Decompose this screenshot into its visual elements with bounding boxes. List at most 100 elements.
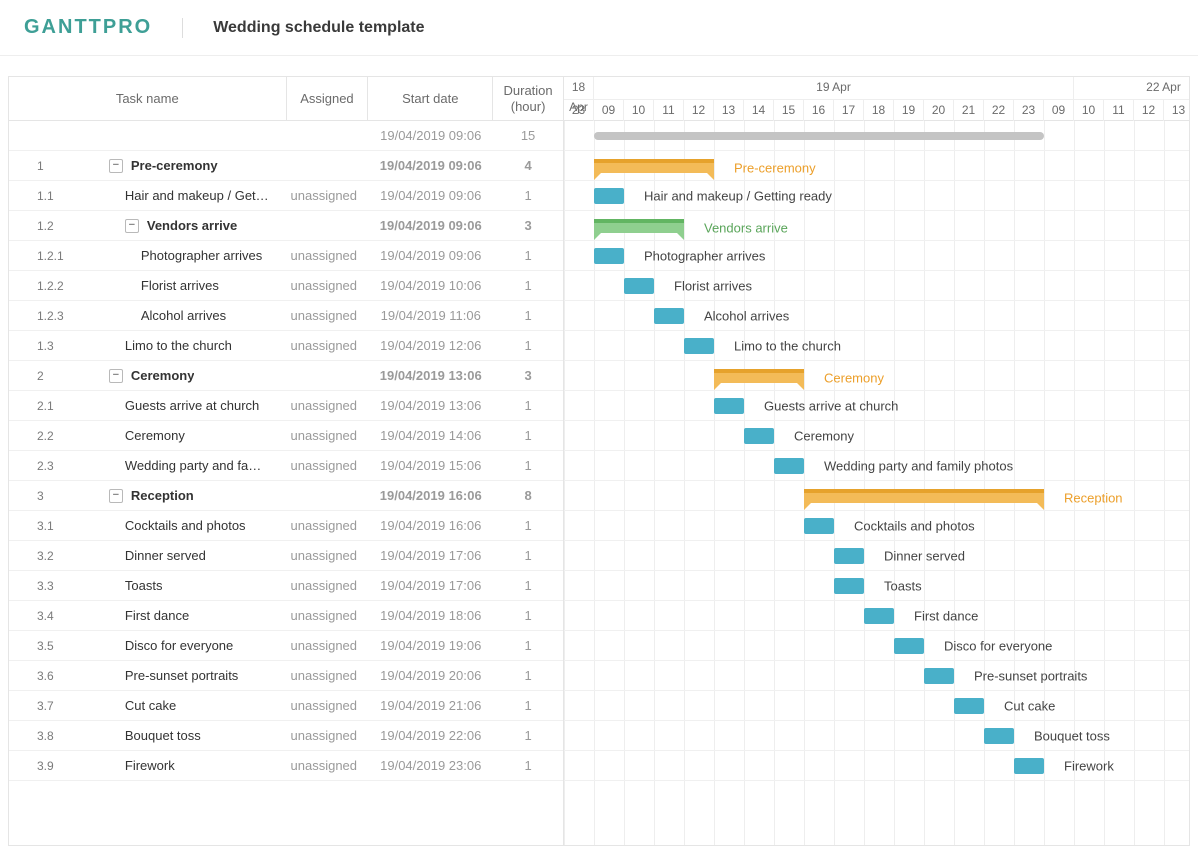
assigned-cell[interactable]: unassigned [287, 458, 369, 473]
gantt-chart-body[interactable]: Pre-ceremonyHair and makeup / Getting re… [564, 121, 1189, 845]
assigned-cell[interactable]: unassigned [287, 668, 369, 683]
col-header-assigned[interactable]: Assigned [287, 77, 369, 120]
table-row[interactable]: 3.3Toastsunassigned19/04/2019 17:061 [9, 571, 563, 601]
task-cell[interactable]: Wedding party and fa… [99, 458, 287, 473]
start-cell[interactable]: 19/04/2019 15:06 [368, 458, 493, 473]
start-cell[interactable]: 19/04/2019 11:06 [368, 308, 493, 323]
task-cell[interactable]: −Vendors arrive [99, 218, 287, 233]
start-cell[interactable]: 19/04/2019 10:06 [368, 278, 493, 293]
table-row[interactable]: 1.2.2Florist arrivesunassigned19/04/2019… [9, 271, 563, 301]
task-cell[interactable]: Toasts [99, 578, 287, 593]
assigned-cell[interactable]: unassigned [287, 188, 369, 203]
task-bar[interactable]: Toasts [834, 578, 864, 594]
table-row[interactable]: 3−Reception19/04/2019 16:068 [9, 481, 563, 511]
duration-cell[interactable]: 1 [493, 248, 563, 263]
task-cell[interactable]: Dinner served [99, 548, 287, 563]
task-bar[interactable]: Alcohol arrives [654, 308, 684, 324]
task-bar[interactable]: Guests arrive at church [714, 398, 744, 414]
table-row[interactable]: 3.4First danceunassigned19/04/2019 18:06… [9, 601, 563, 631]
duration-cell[interactable]: 1 [493, 668, 563, 683]
start-cell[interactable]: 19/04/2019 19:06 [368, 638, 493, 653]
task-bar[interactable]: Florist arrives [624, 278, 654, 294]
table-row[interactable]: 3.9Fireworkunassigned19/04/2019 23:061 [9, 751, 563, 781]
assigned-cell[interactable]: unassigned [287, 548, 369, 563]
start-cell[interactable]: 19/04/2019 14:06 [368, 428, 493, 443]
group-bar[interactable]: Pre-ceremony [594, 159, 714, 173]
duration-cell[interactable]: 1 [493, 308, 563, 323]
table-row[interactable]: 3.2Dinner servedunassigned19/04/2019 17:… [9, 541, 563, 571]
assigned-cell[interactable]: unassigned [287, 578, 369, 593]
duration-cell[interactable]: 1 [493, 548, 563, 563]
group-bar[interactable]: Ceremony [714, 369, 804, 383]
table-row[interactable]: 1−Pre-ceremony19/04/2019 09:064 [9, 151, 563, 181]
assigned-cell[interactable]: unassigned [287, 428, 369, 443]
table-row[interactable]: 1.2.1Photographer arrivesunassigned19/04… [9, 241, 563, 271]
group-bar[interactable]: Reception [804, 489, 1044, 503]
table-row[interactable]: 3.6Pre-sunset portraitsunassigned19/04/2… [9, 661, 563, 691]
task-cell[interactable]: Bouquet toss [99, 728, 287, 743]
duration-cell[interactable]: 3 [493, 368, 563, 383]
duration-cell[interactable]: 1 [493, 608, 563, 623]
task-bar[interactable]: Pre-sunset portraits [924, 668, 954, 684]
group-bar[interactable]: Vendors arrive [594, 219, 684, 233]
table-row[interactable]: 1.2.3Alcohol arrivesunassigned19/04/2019… [9, 301, 563, 331]
task-cell[interactable]: −Reception [99, 488, 287, 503]
duration-cell[interactable]: 1 [493, 518, 563, 533]
summary-bar[interactable] [594, 132, 1044, 140]
task-bar[interactable]: Dinner served [834, 548, 864, 564]
start-cell[interactable]: 19/04/2019 09:06 [368, 248, 493, 263]
table-row[interactable]: 3.1Cocktails and photosunassigned19/04/2… [9, 511, 563, 541]
start-cell[interactable]: 19/04/2019 13:06 [368, 368, 493, 383]
table-row[interactable]: 2.3Wedding party and fa…unassigned19/04/… [9, 451, 563, 481]
assigned-cell[interactable]: unassigned [287, 338, 369, 353]
collapse-icon[interactable]: − [125, 219, 139, 233]
start-cell[interactable]: 19/04/2019 23:06 [368, 758, 493, 773]
assigned-cell[interactable]: unassigned [287, 398, 369, 413]
col-header-start[interactable]: Start date [368, 77, 493, 120]
assigned-cell[interactable]: unassigned [287, 518, 369, 533]
collapse-icon[interactable]: − [109, 489, 123, 503]
task-cell[interactable]: Disco for everyone [99, 638, 287, 653]
collapse-icon[interactable]: − [109, 369, 123, 383]
start-cell[interactable]: 19/04/2019 12:06 [368, 338, 493, 353]
duration-cell[interactable]: 1 [493, 758, 563, 773]
task-cell[interactable]: −Ceremony [99, 368, 287, 383]
task-cell[interactable]: Florist arrives [99, 278, 287, 293]
start-cell[interactable]: 19/04/2019 16:06 [368, 488, 493, 503]
task-bar[interactable]: Disco for everyone [894, 638, 924, 654]
start-cell[interactable]: 19/04/2019 17:06 [368, 548, 493, 563]
col-header-duration[interactable]: Duration (hour) [493, 77, 563, 120]
task-bar[interactable]: Bouquet toss [984, 728, 1014, 744]
assigned-cell[interactable]: unassigned [287, 728, 369, 743]
start-cell[interactable]: 19/04/2019 17:06 [368, 578, 493, 593]
start-cell[interactable]: 19/04/2019 22:06 [368, 728, 493, 743]
duration-cell[interactable]: 1 [493, 578, 563, 593]
task-cell[interactable]: Ceremony [99, 428, 287, 443]
task-cell[interactable]: Guests arrive at church [99, 398, 287, 413]
duration-cell[interactable]: 1 [493, 458, 563, 473]
duration-cell[interactable]: 1 [493, 698, 563, 713]
duration-cell[interactable]: 1 [493, 638, 563, 653]
task-cell[interactable]: First dance [99, 608, 287, 623]
assigned-cell[interactable]: unassigned [287, 758, 369, 773]
table-row[interactable]: 3.8Bouquet tossunassigned19/04/2019 22:0… [9, 721, 563, 751]
table-row[interactable]: 2−Ceremony19/04/2019 13:063 [9, 361, 563, 391]
task-cell[interactable]: Photographer arrives [99, 248, 287, 263]
start-cell[interactable]: 19/04/2019 16:06 [368, 518, 493, 533]
task-bar[interactable]: Cut cake [954, 698, 984, 714]
col-header-task[interactable]: Task name [9, 77, 287, 120]
task-cell[interactable]: Firework [99, 758, 287, 773]
duration-cell[interactable]: 1 [493, 278, 563, 293]
task-cell[interactable]: Alcohol arrives [99, 308, 287, 323]
task-cell[interactable]: −Pre-ceremony [99, 158, 287, 173]
task-bar[interactable]: Ceremony [744, 428, 774, 444]
table-row[interactable]: 2.1Guests arrive at churchunassigned19/0… [9, 391, 563, 421]
task-cell[interactable]: Cocktails and photos [99, 518, 287, 533]
start-cell[interactable]: 19/04/2019 13:06 [368, 398, 493, 413]
assigned-cell[interactable]: unassigned [287, 248, 369, 263]
assigned-cell[interactable]: unassigned [287, 698, 369, 713]
duration-cell[interactable]: 1 [493, 428, 563, 443]
assigned-cell[interactable]: unassigned [287, 308, 369, 323]
logo[interactable]: GANTTPRO [24, 16, 152, 39]
duration-cell[interactable]: 4 [493, 158, 563, 173]
